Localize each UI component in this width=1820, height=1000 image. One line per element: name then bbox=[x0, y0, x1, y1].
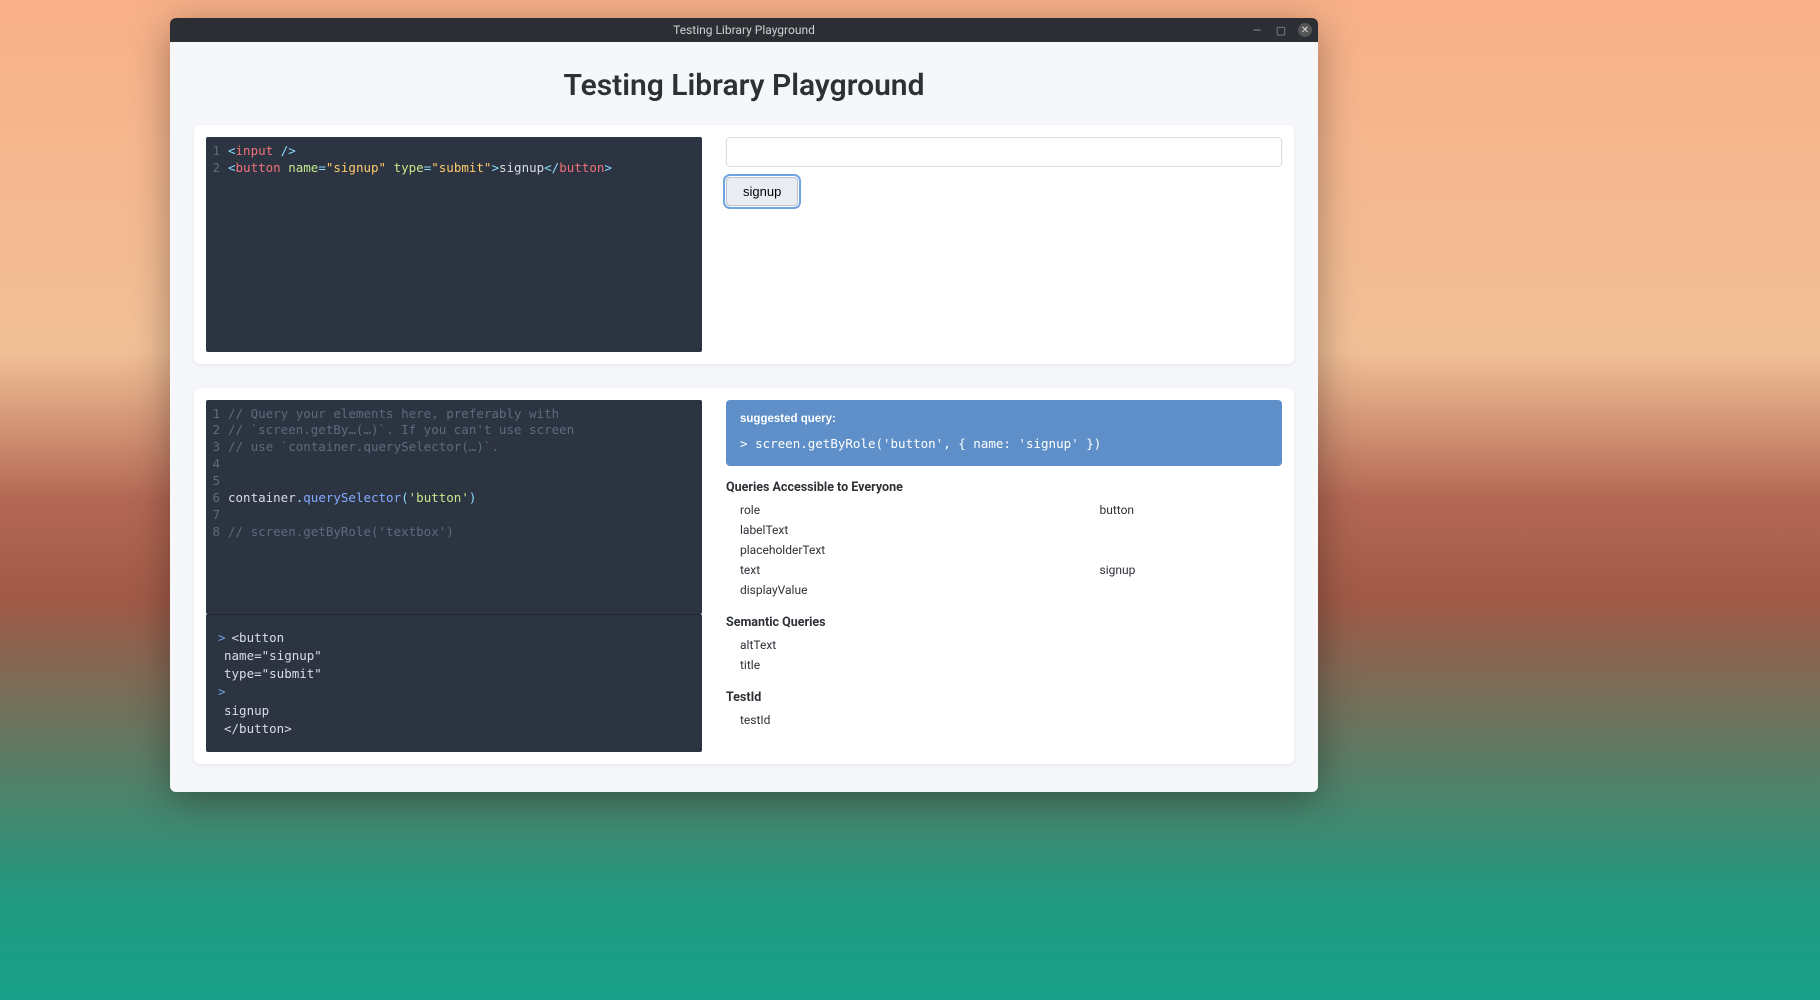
line-number: 4 bbox=[206, 456, 228, 473]
preview-pane: signup bbox=[714, 125, 1294, 364]
line-number: 3 bbox=[206, 439, 228, 456]
query-group-title: TestId bbox=[726, 690, 1282, 705]
query-key: placeholderText bbox=[728, 541, 1086, 559]
query-value bbox=[1088, 541, 1281, 559]
code-line[interactable]: <button name="signup" type="submit">sign… bbox=[228, 160, 702, 177]
line-number: 8 bbox=[206, 524, 228, 541]
maximize-icon[interactable]: ▢ bbox=[1274, 23, 1288, 37]
suggested-label: suggested query: bbox=[740, 410, 1268, 428]
close-icon[interactable]: ✕ bbox=[1298, 23, 1312, 37]
query-key: text bbox=[728, 561, 1086, 579]
page-body: Testing Library Playground 1<input />2<b… bbox=[170, 42, 1318, 792]
query-key: labelText bbox=[728, 521, 1086, 539]
code-line[interactable] bbox=[228, 473, 702, 490]
app-window: Testing Library Playground — ▢ ✕ Testing… bbox=[170, 18, 1318, 792]
query-row[interactable]: labelText bbox=[728, 521, 1280, 539]
query-value bbox=[1088, 711, 1281, 729]
window-title: Testing Library Playground bbox=[673, 23, 815, 37]
query-result: ><button name="signup" type="submit"> si… bbox=[206, 621, 702, 746]
html-editor[interactable]: 1<input />2<button name="signup" type="s… bbox=[206, 137, 702, 352]
preview-input[interactable] bbox=[726, 137, 1282, 167]
query-key: testId bbox=[728, 711, 1086, 729]
query-group-title: Semantic Queries bbox=[726, 615, 1282, 630]
preview-signup-button[interactable]: signup bbox=[726, 177, 798, 206]
query-key: role bbox=[728, 501, 1086, 519]
result-line: signup bbox=[218, 702, 698, 720]
code-line[interactable]: // `screen.getBy…(…)`. If you can't use … bbox=[228, 422, 702, 439]
code-line[interactable]: container.querySelector('button') bbox=[228, 490, 702, 507]
query-value: button bbox=[1088, 501, 1281, 519]
code-line[interactable] bbox=[228, 507, 702, 524]
query-key: title bbox=[728, 656, 1086, 674]
titlebar: Testing Library Playground — ▢ ✕ bbox=[170, 18, 1318, 42]
query-row[interactable]: placeholderText bbox=[728, 541, 1280, 559]
query-key: displayValue bbox=[728, 581, 1086, 599]
line-number: 2 bbox=[206, 422, 228, 439]
query-value bbox=[1088, 581, 1281, 599]
result-line: type="submit" bbox=[218, 665, 698, 683]
query-group-title: Queries Accessible to Everyone bbox=[726, 480, 1282, 495]
code-line[interactable]: // use `container.querySelector(…)`. bbox=[228, 439, 702, 456]
query-row[interactable]: rolebutton bbox=[728, 501, 1280, 519]
line-number: 7 bbox=[206, 507, 228, 524]
query-key: altText bbox=[728, 636, 1086, 654]
code-line[interactable]: // screen.getByRole('textbox') bbox=[228, 524, 702, 541]
suggested-query-text: screen.getByRole('button', { name: 'sign… bbox=[755, 436, 1101, 451]
result-line: > bbox=[218, 683, 698, 701]
result-line: name="signup" bbox=[218, 647, 698, 665]
query-editor[interactable]: 1// Query your elements here, preferably… bbox=[206, 400, 702, 615]
query-card: 1// Query your elements here, preferably… bbox=[194, 388, 1294, 764]
query-row[interactable]: textsignup bbox=[728, 561, 1280, 579]
query-value: signup bbox=[1088, 561, 1281, 579]
line-number: 1 bbox=[206, 143, 228, 160]
page-title: Testing Library Playground bbox=[170, 42, 1318, 125]
minimize-icon[interactable]: — bbox=[1250, 23, 1264, 37]
code-line[interactable] bbox=[228, 456, 702, 473]
line-number: 2 bbox=[206, 160, 228, 177]
query-row[interactable]: displayValue bbox=[728, 581, 1280, 599]
result-line: ><button bbox=[218, 629, 698, 647]
line-number: 5 bbox=[206, 473, 228, 490]
query-value bbox=[1088, 636, 1281, 654]
markup-card: 1<input />2<button name="signup" type="s… bbox=[194, 125, 1294, 364]
line-number: 6 bbox=[206, 490, 228, 507]
query-row[interactable]: altText bbox=[728, 636, 1280, 654]
query-groups: Queries Accessible to Everyone rolebutton… bbox=[726, 480, 1282, 731]
query-table: altText title bbox=[726, 634, 1282, 676]
result-line: </button> bbox=[218, 720, 698, 738]
query-value bbox=[1088, 656, 1281, 674]
query-row[interactable]: testId bbox=[728, 711, 1280, 729]
code-line[interactable]: <input /> bbox=[228, 143, 702, 160]
suggested-prompt: > bbox=[740, 436, 748, 451]
query-value bbox=[1088, 521, 1281, 539]
suggestions-pane: suggested query: > screen.getByRole('but… bbox=[714, 388, 1294, 764]
suggested-query-box: suggested query: > screen.getByRole('but… bbox=[726, 400, 1282, 466]
query-table: testId bbox=[726, 709, 1282, 731]
query-row[interactable]: title bbox=[728, 656, 1280, 674]
query-table: rolebuttonlabelTextplaceholderTexttextsi… bbox=[726, 499, 1282, 601]
code-line[interactable]: // Query your elements here, preferably … bbox=[228, 406, 702, 423]
line-number: 1 bbox=[206, 406, 228, 423]
